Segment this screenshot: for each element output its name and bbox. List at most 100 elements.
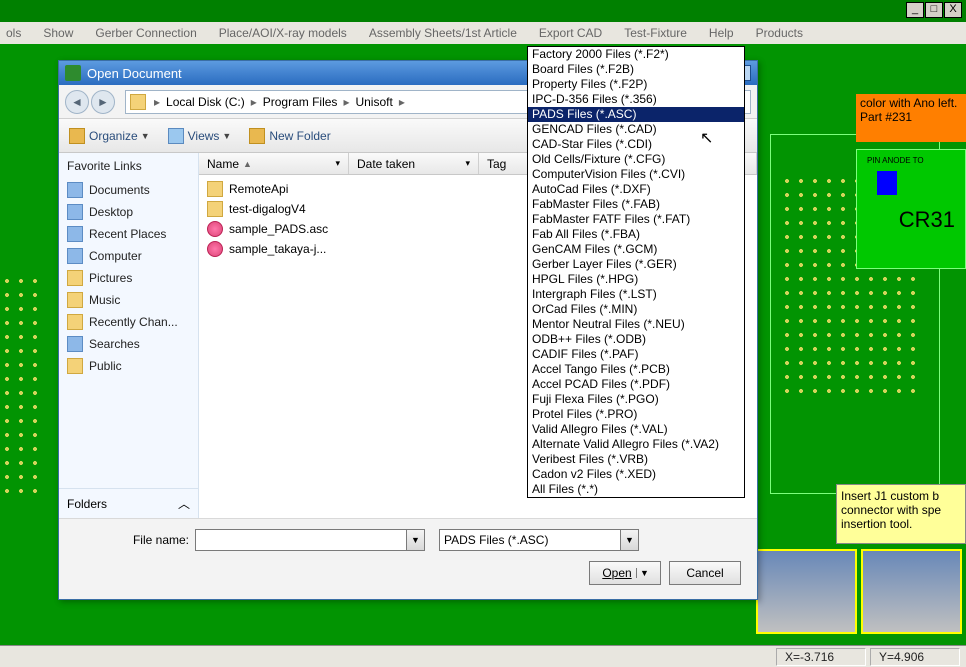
filter-option[interactable]: Accel PCAD Files (*.PDF) [528, 377, 744, 392]
chevron-right-icon: ▸ [152, 95, 162, 109]
menu-show[interactable]: Show [43, 26, 73, 40]
chevron-down-icon[interactable]: ▼ [636, 568, 652, 578]
menu-products[interactable]: Products [756, 26, 803, 40]
filter-option[interactable]: HPGL Files (*.HPG) [528, 272, 744, 287]
file-name-label: test-digalogV4 [229, 202, 306, 216]
note-orange: color with Ano left. Part #231 [856, 94, 966, 142]
app-logo-icon [65, 65, 81, 81]
thumbnail[interactable] [861, 549, 962, 634]
breadcrumb-segment[interactable]: Local Disk (C:) [162, 95, 249, 109]
column-name[interactable]: Name▲▾ [199, 153, 349, 174]
views-button[interactable]: Views▼ [168, 128, 232, 144]
filter-option[interactable]: ComputerVision Files (*.CVI) [528, 167, 744, 182]
statusbar: X=-3.716 Y=4.906 [0, 645, 966, 667]
thumbnail-strip [756, 549, 966, 634]
folder-icon [67, 226, 83, 242]
new-folder-button[interactable]: New Folder [249, 128, 330, 144]
favorite-public[interactable]: Public [59, 355, 198, 377]
filter-option[interactable]: FabMaster FATF Files (*.FAT) [528, 212, 744, 227]
favorite-recently-chan-[interactable]: Recently Chan... [59, 311, 198, 333]
favorite-label: Pictures [89, 271, 132, 285]
filter-option[interactable]: Veribest Files (*.VRB) [528, 452, 744, 467]
menu-assembly-sheets-1st-article[interactable]: Assembly Sheets/1st Article [369, 26, 517, 40]
status-y: Y=4.906 [870, 648, 960, 666]
menu-test-fixture[interactable]: Test-Fixture [624, 26, 687, 40]
close-button[interactable]: X [944, 2, 962, 18]
favorite-label: Documents [89, 183, 150, 197]
filter-option[interactable]: Fuji Flexa Files (*.PGO) [528, 392, 744, 407]
open-button[interactable]: Open▼ [589, 561, 661, 585]
menu-ols[interactable]: ols [6, 26, 21, 40]
favorite-label: Searches [89, 337, 140, 351]
new-folder-icon [249, 128, 265, 144]
filter-option[interactable]: CADIF Files (*.PAF) [528, 347, 744, 362]
filter-option[interactable]: Intergraph Files (*.LST) [528, 287, 744, 302]
file-name-label: sample_takaya-j... [229, 242, 326, 256]
back-button[interactable]: ◄ [65, 90, 89, 114]
favorite-recent-places[interactable]: Recent Places [59, 223, 198, 245]
filter-option[interactable]: AutoCad Files (*.DXF) [528, 182, 744, 197]
folder-icon [67, 248, 83, 264]
folder-icon [67, 314, 83, 330]
menu-gerber-connection[interactable]: Gerber Connection [95, 26, 196, 40]
cancel-button[interactable]: Cancel [669, 561, 741, 585]
favorite-documents[interactable]: Documents [59, 179, 198, 201]
chevron-down-icon[interactable]: ▼ [406, 530, 424, 550]
filter-option[interactable]: Protel Files (*.PRO) [528, 407, 744, 422]
chevron-right-icon: ▸ [341, 95, 351, 109]
minimize-button[interactable]: _ [906, 2, 924, 18]
filter-option[interactable]: Factory 2000 Files (*.F2*) [528, 47, 744, 62]
window-controls: _ □ X [905, 2, 962, 18]
thumbnail[interactable] [756, 549, 857, 634]
folder-icon [207, 201, 223, 217]
file-name-input[interactable]: ▼ [195, 529, 425, 551]
forward-button[interactable]: ► [91, 90, 115, 114]
filter-option[interactable]: IPC-D-356 Files (*.356) [528, 92, 744, 107]
favorite-label: Desktop [89, 205, 133, 219]
filter-option[interactable]: FabMaster Files (*.FAB) [528, 197, 744, 212]
folders-toggle[interactable]: Folders ︿ [59, 488, 198, 518]
component-pad [877, 171, 897, 195]
filter-option[interactable]: Cadon v2 Files (*.XED) [528, 467, 744, 482]
column-date[interactable]: Date taken▾ [349, 153, 479, 174]
menu-export-cad[interactable]: Export CAD [539, 26, 602, 40]
favorite-pictures[interactable]: Pictures [59, 267, 198, 289]
cr-label: CR31 [867, 207, 955, 233]
favorite-searches[interactable]: Searches [59, 333, 198, 355]
filter-option[interactable]: Mentor Neutral Files (*.NEU) [528, 317, 744, 332]
file-type-dropdown[interactable]: Factory 2000 Files (*.F2*)Board Files (*… [527, 46, 745, 498]
filter-option[interactable]: Alternate Valid Allegro Files (*.VA2) [528, 437, 744, 452]
breadcrumb-segment[interactable]: Unisoft [351, 95, 396, 109]
filter-option[interactable]: Old Cells/Fixture (*.CFG) [528, 152, 744, 167]
filter-option[interactable]: ODB++ Files (*.ODB) [528, 332, 744, 347]
favorite-desktop[interactable]: Desktop [59, 201, 198, 223]
menu-help[interactable]: Help [709, 26, 734, 40]
cursor-icon: ↖ [700, 128, 713, 148]
filter-option[interactable]: Accel Tango Files (*.PCB) [528, 362, 744, 377]
organize-button[interactable]: Organize▼ [69, 128, 150, 144]
filter-option[interactable]: Property Files (*.F2P) [528, 77, 744, 92]
organize-icon [69, 128, 85, 144]
filter-option[interactable]: Gerber Layer Files (*.GER) [528, 257, 744, 272]
filter-option[interactable]: GenCAM Files (*.GCM) [528, 242, 744, 257]
folder-icon [67, 336, 83, 352]
folder-icon [67, 204, 83, 220]
file-icon [207, 241, 223, 257]
filter-option[interactable]: Board Files (*.F2B) [528, 62, 744, 77]
status-x: X=-3.716 [776, 648, 866, 666]
menu-place-aoi-x-ray-models[interactable]: Place/AOI/X-ray models [219, 26, 347, 40]
filter-option[interactable]: PADS Files (*.ASC) [528, 107, 744, 122]
breadcrumb-segment[interactable]: Program Files [259, 95, 342, 109]
file-type-filter[interactable]: PADS Files (*.ASC)▼ [439, 529, 639, 551]
filter-option[interactable]: Fab All Files (*.FBA) [528, 227, 744, 242]
maximize-button[interactable]: □ [925, 2, 943, 18]
filter-option[interactable]: OrCad Files (*.MIN) [528, 302, 744, 317]
filter-option[interactable]: Valid Allegro Files (*.VAL) [528, 422, 744, 437]
file-icon [207, 221, 223, 237]
views-icon [168, 128, 184, 144]
folder-icon [67, 292, 83, 308]
filter-option[interactable]: All Files (*.*) [528, 482, 744, 497]
favorite-music[interactable]: Music [59, 289, 198, 311]
favorite-computer[interactable]: Computer [59, 245, 198, 267]
chevron-down-icon[interactable]: ▼ [620, 530, 638, 550]
